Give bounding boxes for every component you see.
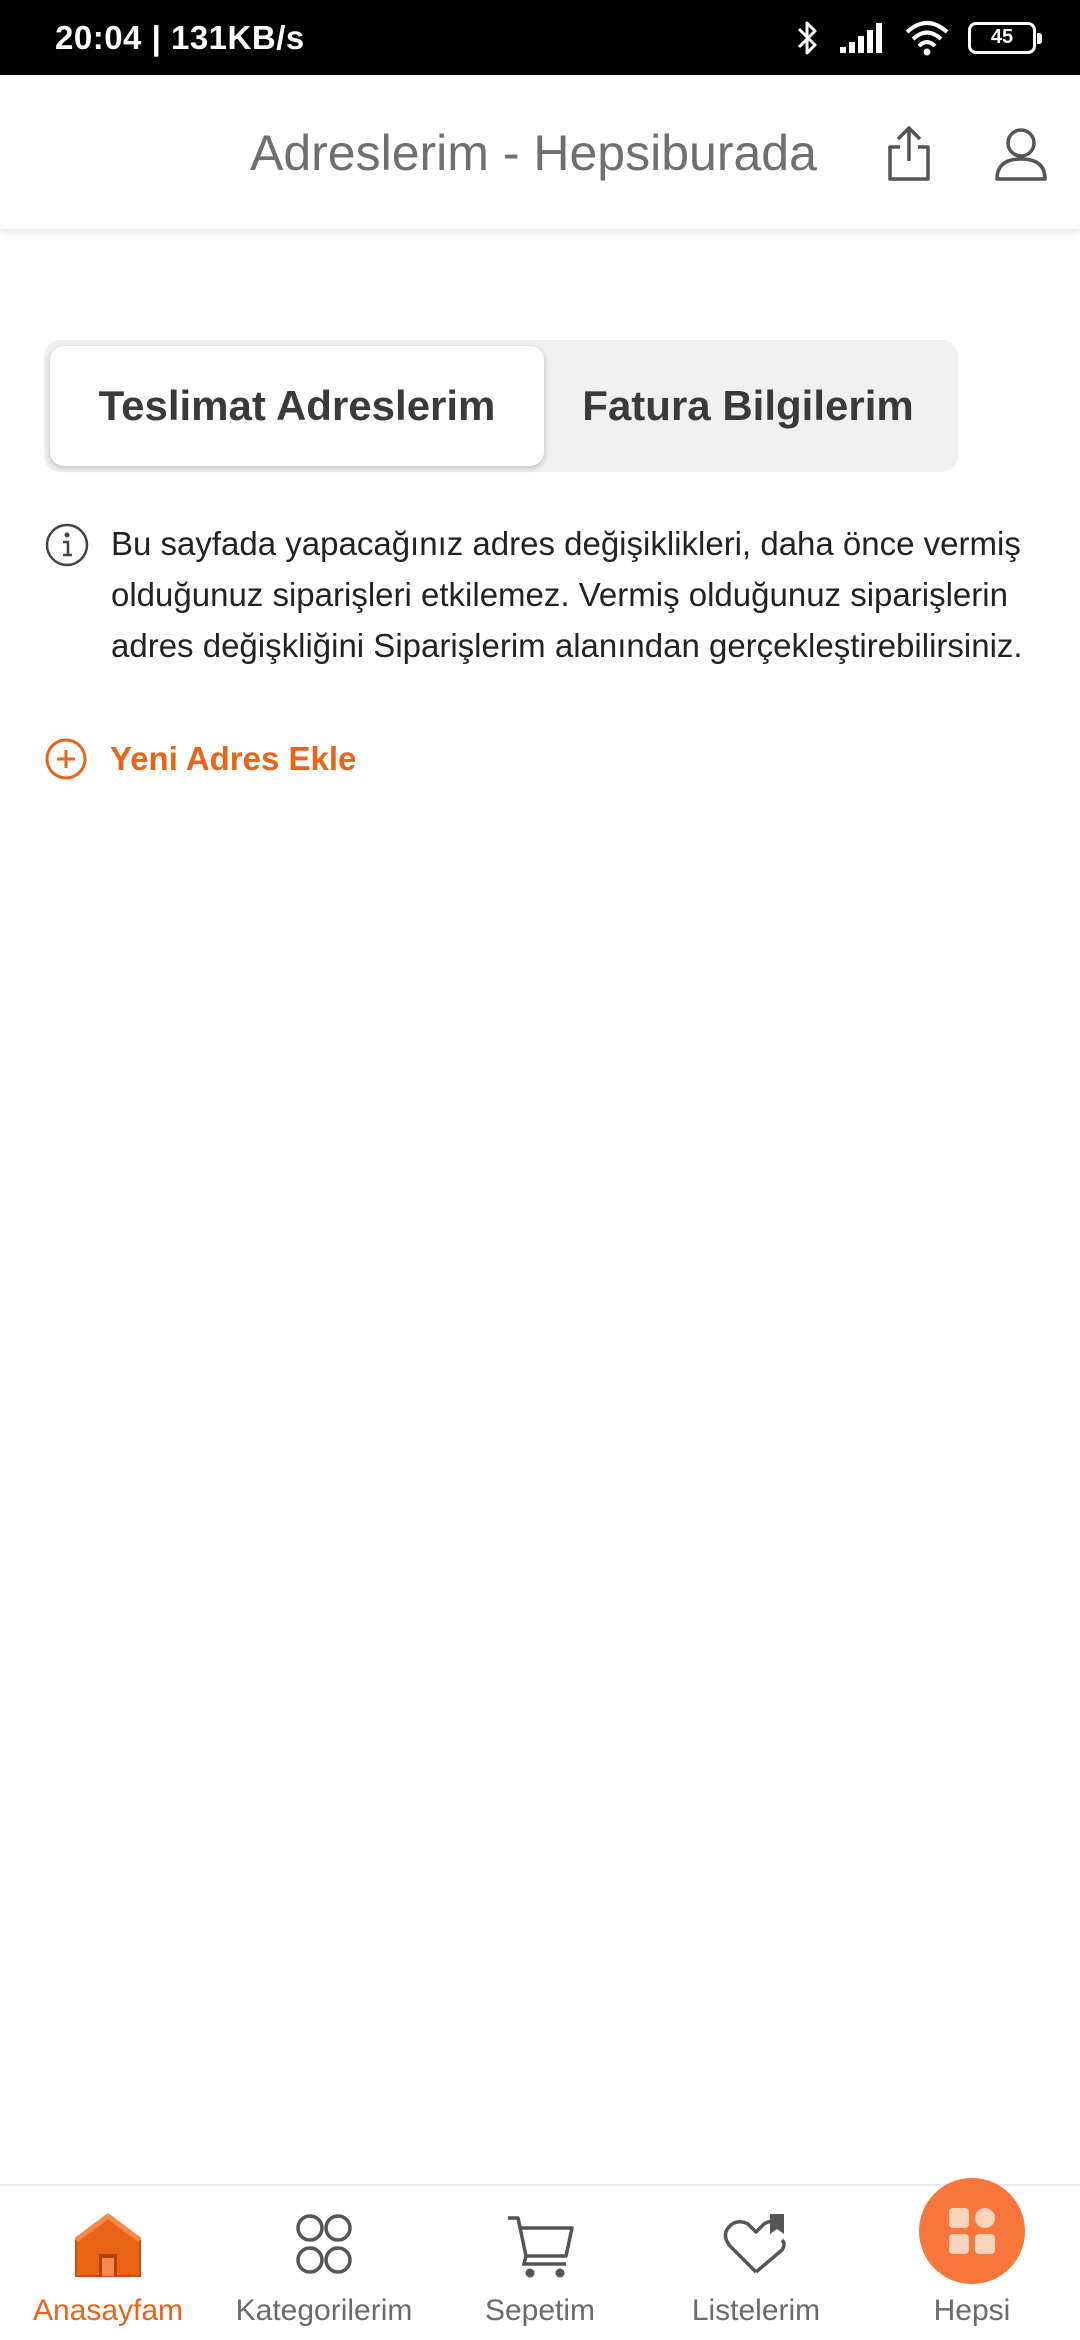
- bluetooth-icon: [797, 21, 817, 54]
- nav-item-sepetim[interactable]: Sepetim: [432, 2186, 648, 2340]
- nav-item-kategorilerim[interactable]: Kategorilerim: [216, 2186, 432, 2340]
- info-notice: Bu sayfada yapacağınız adres değişiklikl…: [44, 518, 1044, 671]
- address-tabs: Teslimat Adreslerim Fatura Bilgilerim: [44, 340, 958, 472]
- status-bar: 20:04 | 131KB/s 45: [0, 0, 1080, 75]
- account-button[interactable]: [990, 123, 1052, 185]
- info-icon: [45, 523, 89, 567]
- user-icon: [995, 128, 1047, 181]
- nav-item-listelerim[interactable]: Listelerim: [648, 2186, 864, 2340]
- nav-item-hepsi[interactable]: Hepsi: [864, 2178, 1080, 2340]
- bottom-nav: Anasayfam Kategorilerim Sepetim Listeler…: [0, 2178, 1080, 2340]
- nav-label: Anasayfam: [32, 2294, 184, 2327]
- home-icon: [74, 2213, 142, 2277]
- nav-label: Kategorilerim: [235, 2294, 413, 2327]
- battery-level: 45: [990, 26, 1014, 48]
- battery-indicator: 45: [968, 21, 1042, 54]
- tab-teslimat-adreslerim[interactable]: Teslimat Adreslerim: [50, 346, 544, 466]
- share-icon: [888, 126, 930, 181]
- list-heart-icon: [723, 2214, 786, 2274]
- status-icons: 45: [796, 19, 1042, 57]
- add-address-label: Yeni Adres Ekle: [110, 740, 357, 777]
- nav-label: Hepsi: [933, 2294, 1011, 2327]
- page-title: Adreslerim - Hepsiburada: [250, 124, 817, 181]
- tab-fatura-bilgilerim[interactable]: Fatura Bilgilerim: [544, 346, 952, 466]
- app-header: Adreslerim - Hepsiburada: [0, 75, 1080, 230]
- signal-icon: [840, 22, 882, 53]
- plus-circle-icon: [45, 738, 87, 780]
- info-text: Bu sayfada yapacağınız adres değişiklikl…: [111, 525, 1023, 664]
- wifi-icon: [905, 20, 949, 55]
- share-button[interactable]: [878, 123, 940, 185]
- nav-item-anasayfam[interactable]: Anasayfam: [0, 2186, 216, 2340]
- nav-label: Sepetim: [484, 2294, 596, 2327]
- hepsi-button: [919, 2178, 1025, 2284]
- tab-label: Teslimat Adreslerim: [98, 382, 496, 429]
- apps-icon: [949, 2208, 995, 2254]
- nav-label: Listelerim: [691, 2294, 821, 2327]
- add-address-button[interactable]: Yeni Adres Ekle: [44, 737, 356, 781]
- status-time-speed: 20:04 | 131KB/s: [55, 18, 305, 56]
- page: 20:04 | 131KB/s 45 Adreslerim - Hepsibur…: [0, 0, 1080, 2340]
- tab-label: Fatura Bilgilerim: [582, 382, 914, 429]
- cart-icon: [508, 2216, 574, 2278]
- categories-icon: [296, 2214, 352, 2274]
